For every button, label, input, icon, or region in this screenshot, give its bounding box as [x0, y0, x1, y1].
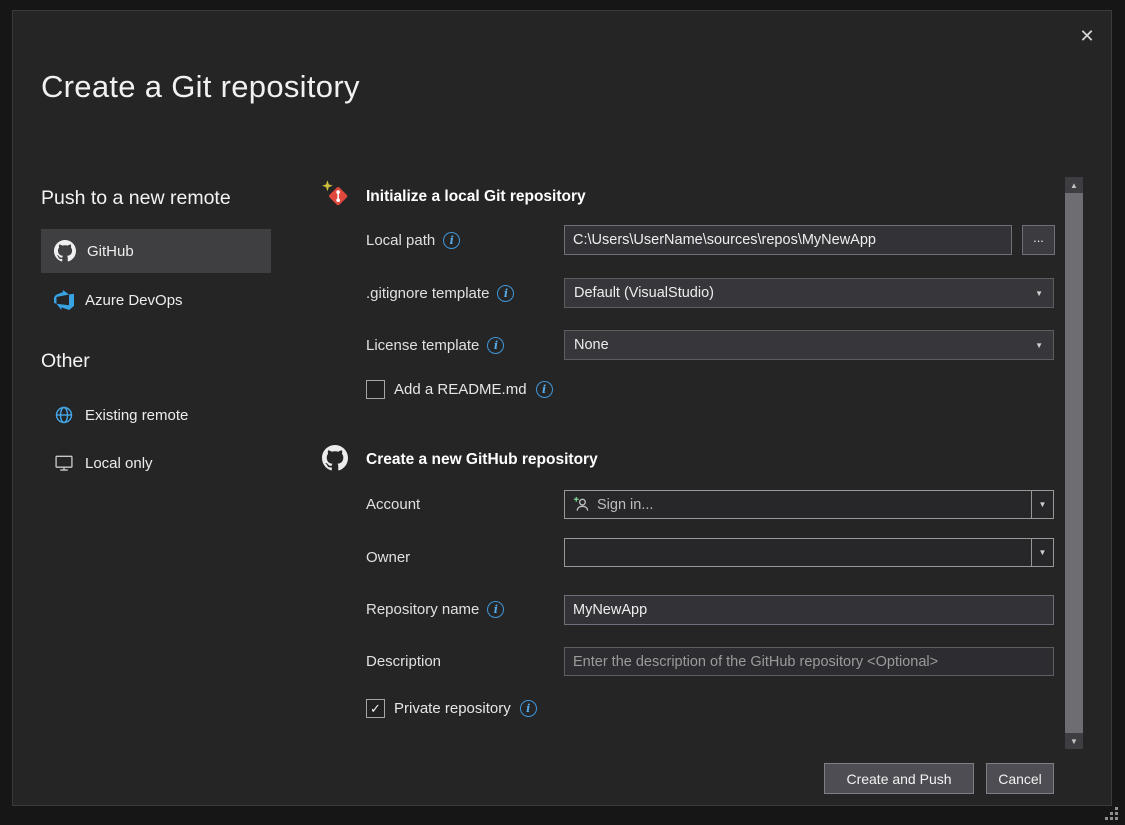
- chevron-down-icon: ▼: [1035, 341, 1043, 350]
- gitignore-template-value: Default (VisualStudio): [574, 285, 714, 301]
- repository-name-input[interactable]: [564, 595, 1054, 625]
- local-path-input[interactable]: [564, 225, 1012, 255]
- sidebar-item-existing-remote[interactable]: Existing remote: [41, 396, 271, 434]
- private-repository-label: Private repository: [394, 700, 511, 717]
- repository-name-label-row: Repository name i: [366, 600, 504, 618]
- globe-icon: [54, 405, 74, 425]
- description-input[interactable]: [564, 647, 1054, 676]
- readme-row: Add a README.md i: [366, 380, 553, 399]
- github-icon: [322, 445, 348, 476]
- local-path-label: Local path: [366, 232, 435, 249]
- create-and-push-button[interactable]: Create and Push: [824, 763, 974, 794]
- init-section-title: Initialize a local Git repository: [366, 188, 586, 206]
- account-label: Account: [366, 496, 420, 513]
- sidebar-item-label: GitHub: [87, 243, 134, 260]
- chevron-down-icon: ▼: [1070, 737, 1078, 746]
- sidebar-item-label: Local only: [85, 455, 153, 472]
- gitignore-template-dropdown[interactable]: Default (VisualStudio) ▼: [564, 278, 1054, 308]
- check-icon: ✓: [370, 701, 381, 717]
- gitignore-label-row: .gitignore template i: [366, 284, 514, 302]
- git-repository-new-icon: [321, 179, 351, 214]
- chevron-up-icon: ▲: [1070, 181, 1078, 190]
- scroll-up-button[interactable]: ▲: [1065, 177, 1083, 193]
- sidebar-item-label: Azure DevOps: [85, 292, 183, 309]
- cancel-button[interactable]: Cancel: [986, 763, 1054, 794]
- description-label-row: Description: [366, 652, 441, 670]
- sidebar-item-local-only[interactable]: Local only: [41, 444, 271, 482]
- other-heading: Other: [41, 350, 271, 373]
- owner-label-row: Owner: [366, 548, 410, 566]
- account-label-row: Account: [366, 495, 420, 513]
- info-icon[interactable]: i: [487, 601, 504, 618]
- scroll-thumb[interactable]: [1065, 193, 1083, 733]
- owner-label: Owner: [366, 549, 410, 566]
- remote-target-sidebar: Push to a new remote GitHub Azure DevOps…: [41, 187, 271, 482]
- owner-dropdown[interactable]: ▼: [564, 538, 1054, 567]
- account-dropdown[interactable]: Sign in... ▼: [564, 490, 1054, 519]
- license-template-value: None: [574, 337, 609, 353]
- chevron-down-icon: ▼: [1039, 548, 1047, 557]
- account-placeholder: Sign in...: [597, 497, 653, 513]
- resize-grip[interactable]: [1103, 805, 1119, 821]
- account-dropdown-button[interactable]: ▼: [1031, 491, 1053, 518]
- close-button[interactable]: ✕: [1069, 19, 1105, 53]
- monitor-icon: [54, 453, 74, 473]
- info-icon[interactable]: i: [487, 337, 504, 354]
- private-repository-checkbox[interactable]: ✓: [366, 699, 385, 718]
- chevron-down-icon: ▼: [1035, 289, 1043, 298]
- repository-name-label: Repository name: [366, 601, 479, 618]
- push-heading: Push to a new remote: [41, 187, 271, 210]
- local-path-label-row: Local path i: [366, 231, 460, 249]
- description-label: Description: [366, 653, 441, 670]
- create-git-repository-dialog: ✕ Create a Git repository Push to a new …: [12, 10, 1112, 806]
- private-repository-row: ✓ Private repository i: [366, 699, 537, 718]
- readme-checkbox[interactable]: [366, 380, 385, 399]
- chevron-down-icon: ▼: [1039, 500, 1047, 509]
- info-icon[interactable]: i: [536, 381, 553, 398]
- scrollbar[interactable]: ▲ ▼: [1065, 177, 1083, 749]
- github-section-title: Create a new GitHub repository: [366, 451, 598, 469]
- readme-label: Add a README.md: [394, 381, 527, 398]
- owner-dropdown-button[interactable]: ▼: [1031, 539, 1053, 566]
- screen: ✕ Create a Git repository Push to a new …: [0, 0, 1125, 825]
- close-icon: ✕: [1079, 26, 1094, 47]
- page-title: Create a Git repository: [41, 69, 360, 105]
- sidebar-item-label: Existing remote: [85, 407, 188, 424]
- info-icon[interactable]: i: [443, 232, 460, 249]
- license-label-row: License template i: [366, 336, 504, 354]
- info-icon[interactable]: i: [497, 285, 514, 302]
- license-template-dropdown[interactable]: None ▼: [564, 330, 1054, 360]
- sign-in-person-icon: [573, 496, 590, 513]
- gitignore-template-label: .gitignore template: [366, 285, 489, 302]
- azure-devops-icon: [54, 290, 74, 310]
- scroll-down-button[interactable]: ▼: [1065, 733, 1083, 749]
- sidebar-item-azure-devops[interactable]: Azure DevOps: [41, 280, 271, 320]
- github-icon: [54, 240, 76, 262]
- browse-button[interactable]: ...: [1022, 225, 1055, 255]
- license-template-label: License template: [366, 337, 479, 354]
- info-icon[interactable]: i: [520, 700, 537, 717]
- sidebar-item-github[interactable]: GitHub: [41, 229, 271, 273]
